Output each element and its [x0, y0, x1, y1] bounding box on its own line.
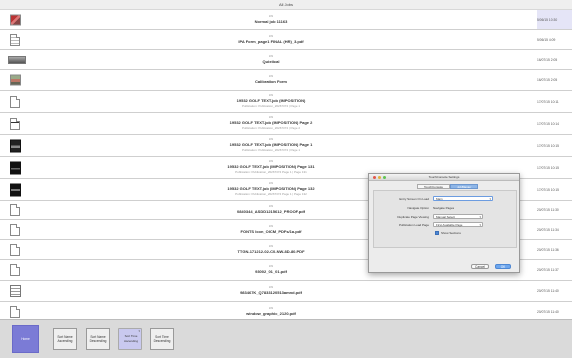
tab-jobblaster[interactable]: JobBlaster: [450, 184, 479, 189]
job-name: Normal job 11163: [254, 18, 288, 24]
home-button[interactable]: Home: [12, 325, 39, 353]
job-row[interactable]: 209 Calibration Form 16/07/15 2:05: [0, 70, 572, 91]
document-thumbnail: [10, 33, 20, 46]
publication-load-select[interactable]: First Available Page: [433, 222, 483, 228]
job-row[interactable]: 209 window_graphic_2120.pdf 20/07/15 11:…: [0, 302, 572, 319]
job-time: 20/07/15 11:40: [537, 310, 559, 314]
sort-time-descending-button[interactable]: Sort Time Descending: [150, 328, 174, 350]
job-time: 16/07/15 2:05: [537, 57, 558, 62]
entry-screen-label: Entry Screen On Load: [399, 197, 429, 201]
job-publication: Publication: Publication_20267374 | Page…: [242, 104, 300, 108]
job-row[interactable]: 209 Quixtical 16/07/15 2:05: [0, 50, 572, 70]
job-name: TTGN-171212-02-C0-NW-8D-80.PDF: [237, 248, 305, 254]
settings-dialog: TouchConsole Settings TouchConsole JobBl…: [368, 173, 520, 273]
page-title: All Jobs: [0, 0, 572, 10]
zoom-icon[interactable]: [383, 176, 386, 179]
job-time: 17/07/15 10:11: [537, 99, 559, 104]
entry-screen-select[interactable]: Main: [433, 196, 493, 202]
job-time: 5/06/15 4:09: [537, 37, 556, 42]
dialog-title-bar: TouchConsole Settings: [369, 174, 519, 181]
blank-page-thumbnail: [10, 264, 20, 276]
duplicate-page-label: Duplicate Page Viewing: [397, 215, 429, 219]
job-time: 20/07/15 11:34: [537, 227, 559, 232]
cancel-button[interactable]: Cancel: [471, 264, 489, 269]
pdf-document-thumbnail: [10, 285, 21, 297]
image-thumbnail-photo: [10, 74, 21, 86]
blank-page-thumbnail: [10, 95, 20, 108]
dark-page-thumbnail: [10, 183, 21, 196]
job-name: 0840344_ASDD1215612_PROOF.pdf: [236, 209, 306, 214]
job-row[interactable]: 209 19532 GOLF TEXT.job (IMPOSITION) Pub…: [0, 91, 572, 113]
sort-name-ascending-button[interactable]: Sort Name Ascending: [53, 328, 77, 350]
job-name: 983467K_Q7833120513amnd.pdf: [240, 290, 302, 295]
blank-page-thumbnail: [10, 204, 20, 216]
dark-page-thumbnail: [10, 161, 21, 174]
job-time: 5/06/15 10:30: [537, 10, 572, 29]
job-name: IPA Form_page1 FINAL (HR)_3.pdf: [238, 38, 304, 44]
show-sections-label: Show Sections: [441, 231, 461, 235]
blank-page-thumbnail: [10, 243, 20, 256]
duplicate-page-select[interactable]: Manual Select: [433, 214, 483, 220]
show-sections-checkbox[interactable]: [435, 231, 439, 235]
navigate-option-value[interactable]: Navigate Pages: [433, 206, 454, 210]
window-controls: [373, 176, 386, 179]
job-time: 16/07/15 2:05: [537, 78, 558, 82]
blank-page-thumbnail: [10, 223, 20, 236]
job-time: 20/07/15 11:37: [537, 268, 559, 272]
job-name: Calibration Form: [254, 79, 287, 84]
job-name: window_graphic_2120.pdf: [246, 311, 296, 316]
sort-time-ascending-button[interactable]: Sort Time Ascending: [118, 328, 142, 350]
blank-page-thumbnail: [10, 306, 20, 318]
dark-page-thumbnail: [10, 139, 21, 152]
wide-image-thumbnail: [8, 55, 26, 64]
job-time: 17/07/15 10:15: [537, 165, 559, 170]
dialog-tabs: TouchConsole JobBlaster: [417, 184, 479, 189]
minimize-icon[interactable]: [378, 176, 381, 179]
job-row[interactable]: 209 19532 GOLF TEXT.job (IMPOSITION) Pag…: [0, 113, 572, 135]
job-publication: Publication: Publication_20267374 | Page…: [242, 126, 300, 130]
job-publication: Publication: Publication_20267374 | Page…: [242, 148, 300, 152]
job-time: 17/07/15 10:15: [537, 187, 559, 192]
job-row[interactable]: 209 19532 GOLF TEXT.job (IMPOSITION) Pag…: [0, 135, 572, 157]
page-thumbnail: [10, 117, 20, 130]
sort-name-descending-button[interactable]: Sort Name Descending: [86, 328, 110, 350]
job-time: 20/07/15 11:30: [537, 208, 559, 212]
job-publication: Publication: Publication_20267374 Page 1…: [235, 192, 307, 196]
tab-touchconsole[interactable]: TouchConsole: [417, 184, 451, 189]
job-row[interactable]: 209 Normal job 11163 5/06/15 10:30: [0, 10, 572, 30]
image-thumbnail-red: [10, 14, 21, 25]
job-name: Quixtical: [262, 58, 280, 64]
ok-button[interactable]: OK: [495, 264, 511, 269]
publication-load-label: Publication Load Page: [398, 223, 429, 227]
job-time: 20/07/15 11:40: [537, 289, 559, 293]
job-name: FONTS Icon_OICM_PDFs/1a.pdf: [240, 228, 302, 234]
bottom-toolbar: Home Sort Name Ascending Sort Name Desce…: [0, 319, 572, 358]
job-time: 17/07/15 10:15: [537, 143, 559, 148]
settings-panel: Entry Screen On Load Main Navigate Optio…: [373, 190, 517, 248]
job-time: 20/07/15 11:36: [537, 247, 559, 252]
job-row[interactable]: 209 IPA Form_page1 FINAL (HR)_3.pdf 5/06…: [0, 30, 572, 50]
close-icon[interactable]: [373, 176, 376, 179]
job-row[interactable]: 209 983467K_Q7833120513amnd.pdf 20/07/15…: [0, 281, 572, 302]
job-name: 93002_01_01.pdf: [255, 269, 287, 274]
job-time: 17/07/15 10:14: [537, 121, 559, 126]
job-publication: Publication: Publication_20267374 Page 1…: [235, 170, 307, 174]
dialog-title: TouchConsole Settings: [428, 175, 460, 179]
navigate-option-label: Navigate Option: [407, 206, 429, 210]
